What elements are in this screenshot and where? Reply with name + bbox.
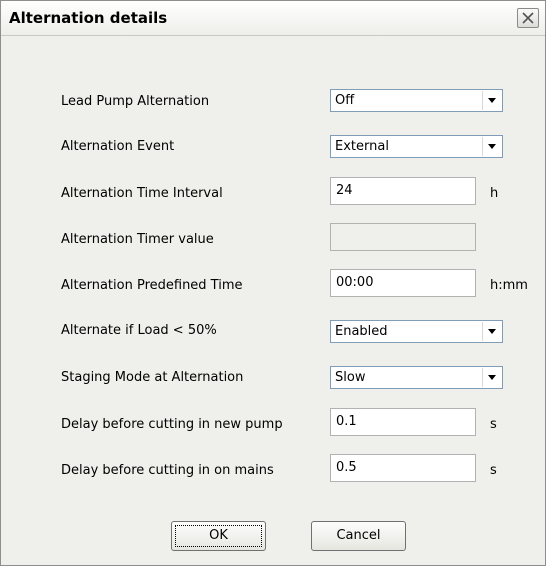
cancel-button-label: Cancel	[336, 528, 381, 543]
dialog-title: Alternation details	[9, 9, 168, 27]
hours-minutes-unit-label: h:mm	[490, 278, 528, 293]
alternation-time-interval-label: Alternation Time Interval	[61, 186, 223, 201]
lead-pump-alternation-select[interactable]: Off	[330, 89, 503, 112]
delay-new-pump-input[interactable]: 0.1	[330, 408, 476, 436]
staging-mode-select[interactable]: Slow	[330, 366, 503, 389]
seconds-unit-label: s	[490, 463, 497, 478]
alternation-details-dialog: Alternation details Lead Pump Alternatio…	[0, 0, 546, 566]
alternate-if-load-value: Enabled	[335, 324, 388, 339]
alternation-event-select[interactable]: External	[330, 135, 503, 158]
dialog-body: Lead Pump Alternation Off Alternation Ev…	[1, 36, 545, 565]
alternation-timer-value-field	[330, 223, 476, 251]
ok-button[interactable]: OK	[171, 521, 266, 551]
dropdown-arrow-button[interactable]	[482, 368, 501, 387]
lead-pump-alternation-value: Off	[335, 93, 355, 108]
ok-button-label: OK	[209, 528, 228, 543]
delay-new-pump-value: 0.1	[336, 414, 357, 429]
dropdown-arrow-button[interactable]	[482, 137, 501, 156]
delay-new-pump-label: Delay before cutting in new pump	[61, 417, 283, 432]
delay-on-mains-label: Delay before cutting in on mains	[61, 463, 274, 478]
cancel-button[interactable]: Cancel	[311, 521, 406, 551]
dropdown-arrow-button[interactable]	[482, 91, 501, 110]
chevron-down-icon	[488, 98, 496, 103]
hours-unit-label: h	[490, 186, 499, 201]
alternation-event-label: Alternation Event	[61, 139, 175, 154]
chevron-down-icon	[488, 375, 496, 380]
alternation-event-value: External	[335, 139, 389, 154]
close-button[interactable]	[517, 8, 539, 28]
close-icon	[522, 12, 534, 24]
dropdown-arrow-button[interactable]	[482, 322, 501, 341]
lead-pump-alternation-label: Lead Pump Alternation	[61, 94, 210, 109]
alternation-predefined-time-label: Alternation Predefined Time	[61, 278, 243, 293]
staging-mode-value: Slow	[335, 370, 366, 385]
staging-mode-label: Staging Mode at Alternation	[61, 370, 244, 385]
delay-on-mains-value: 0.5	[336, 460, 357, 475]
alternation-timer-value-label: Alternation Timer value	[61, 232, 214, 247]
alternate-if-load-label: Alternate if Load < 50%	[61, 323, 217, 338]
chevron-down-icon	[488, 144, 496, 149]
alternation-predefined-time-input[interactable]: 00:00	[330, 269, 476, 297]
alternation-time-interval-value: 24	[336, 183, 353, 198]
alternation-time-interval-input[interactable]: 24	[330, 177, 476, 205]
alternation-predefined-time-value: 00:00	[336, 275, 374, 290]
seconds-unit-label: s	[490, 417, 497, 432]
title-bar: Alternation details	[1, 1, 545, 36]
chevron-down-icon	[488, 329, 496, 334]
alternate-if-load-select[interactable]: Enabled	[330, 320, 503, 343]
delay-on-mains-input[interactable]: 0.5	[330, 454, 476, 482]
